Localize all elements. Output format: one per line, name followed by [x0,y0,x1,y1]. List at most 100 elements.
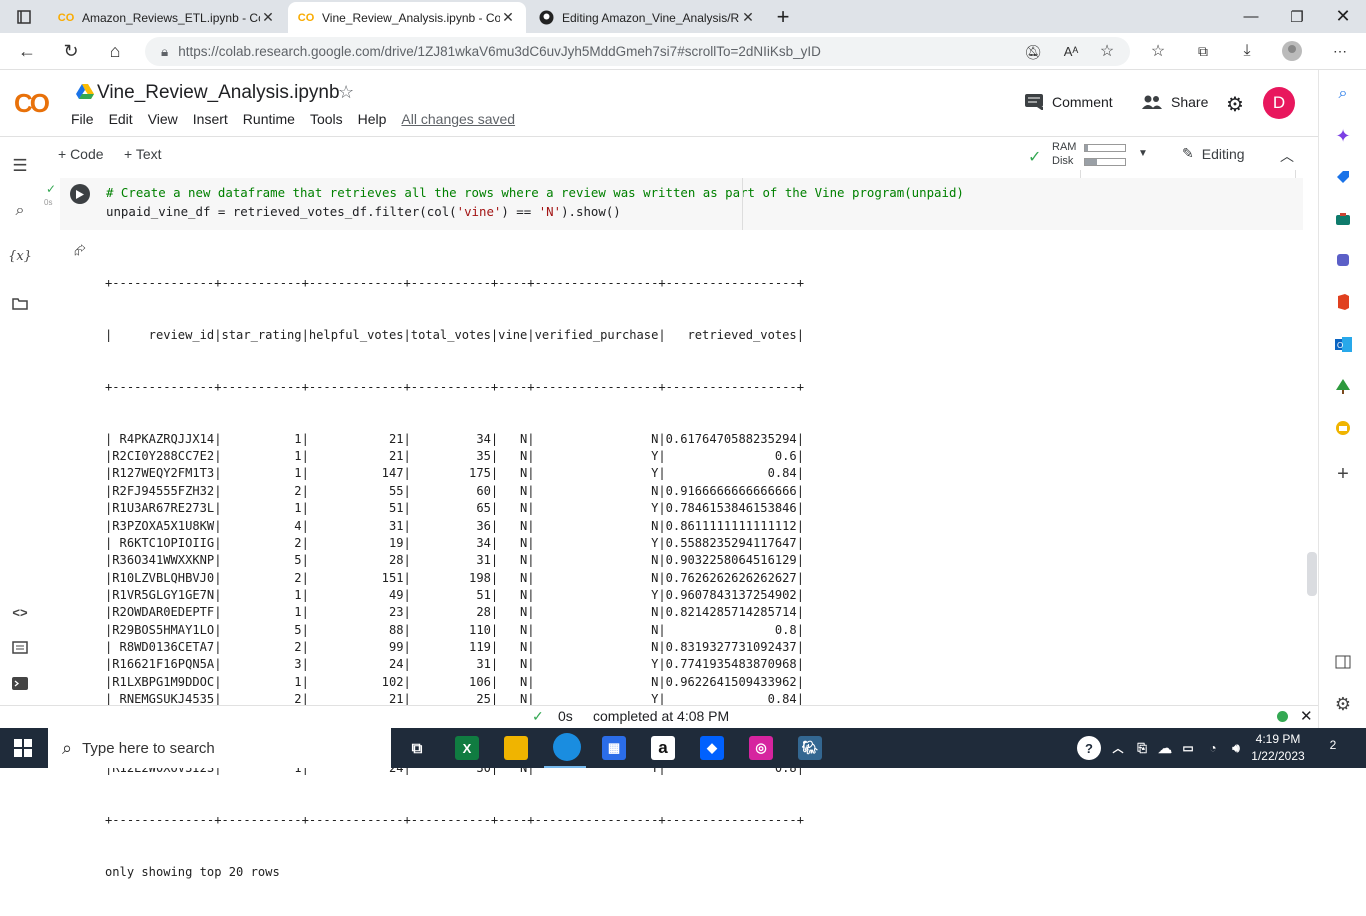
share-button[interactable]: Share [1142,94,1208,110]
menu-insert[interactable]: Insert [193,111,228,127]
colab-logo[interactable]: CO [14,88,50,119]
status-bar: ✓ 0s completed at 4:08 PM ✕ [0,705,1318,728]
terminal-icon[interactable] [10,673,30,693]
search-icon[interactable]: ⌕ [1333,84,1353,104]
home-icon[interactable]: ⌂ [100,37,130,65]
downloads-icon[interactable]: ⤓ [1232,37,1262,65]
lock-app-icon[interactable] [1333,418,1353,438]
add-favorite-icon[interactable]: ☆ [1092,37,1122,65]
table-row: |R3PZOXA5X1U8KW| 4| 31| 36| N| N|0.86111… [105,518,804,533]
office-icon[interactable] [1333,292,1353,312]
collapse-header-icon[interactable]: ︿ [1280,146,1294,166]
minimize-icon[interactable]: — [1228,0,1274,33]
outlook-icon[interactable]: O [1333,334,1353,354]
browser-tab[interactable]: Editing Amazon_Vine_Analysis/R ✕ [528,2,766,33]
settings-icon[interactable]: ⚙ [1333,694,1353,714]
show-hidden-icons[interactable]: ︿ [1106,736,1130,760]
volume-icon[interactable]: 🔊︎ [1224,736,1248,760]
notebook-title[interactable]: Vine_Review_Analysis.ipynb [97,82,340,104]
more-options-icon[interactable]: ⋯ [1325,37,1355,65]
excel-icon[interactable]: X [455,736,479,760]
close-tab-icon[interactable]: ✕ [500,9,516,26]
collections-icon[interactable]: ⧉ [1188,37,1218,65]
refresh-icon[interactable]: ↻ [56,37,86,65]
task-view-icon[interactable]: ⧉ [405,736,429,760]
add-icon[interactable]: + [1333,463,1353,485]
table-row: |R2CI0Y288CC7E2| 1| 21| 35| N| Y| 0.6| [105,449,804,464]
files-folder-icon[interactable] [10,293,30,313]
amazon-icon[interactable]: a [651,736,675,760]
add-text-button[interactable]: + Text [124,146,162,162]
network-icon[interactable]: ◔ [1201,736,1225,760]
add-code-button[interactable]: + Code [58,146,104,162]
search-icon[interactable]: ⌕ [10,201,30,221]
restore-icon[interactable]: ❐ [1274,0,1320,33]
command-palette-icon[interactable] [10,637,30,657]
postgres-icon[interactable]: 🐘︎ [798,736,822,760]
instagram-icon[interactable]: ◎ [749,736,773,760]
scrollbar-thumb[interactable] [1307,552,1317,596]
discover-icon[interactable]: ✦ [1333,126,1353,146]
star-icon[interactable]: ☆ [338,82,354,103]
close-status-icon[interactable]: ✕ [1300,707,1313,725]
editing-mode-button[interactable]: ✎ Editing [1182,145,1245,162]
edge-browser-icon[interactable] [553,733,581,761]
close-tab-icon[interactable]: ✕ [740,9,756,26]
code-cell[interactable]: # Create a new dataframe that retrieves … [60,178,1303,230]
notebook-toolbar: + Code + Text ✓ RAM Disk ▼ ✎ Editing ︿ [0,136,1318,172]
executed-check-icon: ✓ [46,182,57,196]
browser-tab-strip: CO Amazon_Reviews_ETL.ipynb - Col ✕ CO V… [0,0,1366,33]
browser-tab-active[interactable]: CO Vine_Review_Analysis.ipynb - Co ✕ [288,2,526,33]
menu-edit[interactable]: Edit [109,111,133,127]
onedrive-icon[interactable]: ☁ [1153,736,1177,760]
profile-icon[interactable] [1277,37,1307,65]
status-message[interactable]: completed at 4:08 PM [593,708,729,724]
store-icon[interactable]: ▦ [602,736,626,760]
tools-icon[interactable] [1333,209,1353,229]
close-window-icon[interactable]: ✕ [1320,0,1366,33]
battery-icon[interactable]: ▭ [1176,736,1200,760]
close-tab-icon[interactable]: ✕ [260,9,276,26]
variables-icon[interactable]: {x} [8,246,32,266]
notifications-blocked-icon[interactable]: 🔕︎ [1018,38,1048,66]
meet-now-icon[interactable]: ⎘ [1130,736,1154,760]
favorites-icon[interactable]: ☆ [1143,37,1173,65]
dropbox-icon[interactable]: ◆ [700,736,724,760]
save-status[interactable]: All changes saved [401,111,515,127]
notification-center-icon[interactable]: 2 [1322,738,1344,758]
new-tab-icon[interactable]: + [768,0,798,33]
games-icon[interactable] [1333,250,1353,270]
windows-taskbar: ⌕ Type here to search ⧉ X ▦ a ◆ ◎ 🐘︎ ? ︿… [0,728,1366,768]
output-menu-icon[interactable]: ⮳ [74,242,86,259]
help-icon[interactable]: ? [1077,736,1101,760]
code-snippets-icon[interactable]: <> [10,602,30,622]
back-arrow-icon[interactable]: ← [12,37,42,65]
code-comment-line: # Create a new dataframe that retrieves … [106,185,964,200]
avatar[interactable]: D [1263,87,1295,119]
read-aloud-icon[interactable]: Aᴬ [1056,37,1086,65]
menu-view[interactable]: View [148,111,178,127]
menu-help[interactable]: Help [358,111,387,127]
chevron-down-icon[interactable]: ▼ [1138,148,1148,159]
status-duration: 0s [558,708,573,724]
browser-tab[interactable]: CO Amazon_Reviews_ETL.ipynb - Col ✕ [48,2,286,33]
tab-title: Vine_Review_Analysis.ipynb - Co [322,10,500,25]
sidebar-toggle-icon[interactable] [1333,652,1353,672]
menu-runtime[interactable]: Runtime [243,111,295,127]
menu-tools[interactable]: Tools [310,111,343,127]
tree-icon[interactable] [1333,376,1353,396]
run-cell-button[interactable] [70,184,90,204]
menu-file[interactable]: File [71,111,94,127]
comment-button[interactable]: Comment [1025,94,1113,110]
resource-monitor[interactable]: ✓ RAM Disk ▼ [1028,139,1158,171]
taskbar-search[interactable]: ⌕ Type here to search [48,728,391,768]
settings-gear-icon[interactable]: ⚙ [1226,92,1244,117]
file-explorer-icon[interactable] [504,736,528,760]
url-field[interactable]: 🔒︎ https://colab.research.google.com/dri… [145,37,1130,66]
windows-start-icon[interactable] [14,739,32,762]
editing-label: Editing [1201,145,1245,162]
shopping-icon[interactable] [1333,167,1353,187]
system-clock[interactable]: 4:19 PM 1/22/2023 [1248,731,1308,765]
window-menu-icon[interactable] [0,0,48,33]
table-of-contents-icon[interactable]: ☰ [10,156,30,176]
